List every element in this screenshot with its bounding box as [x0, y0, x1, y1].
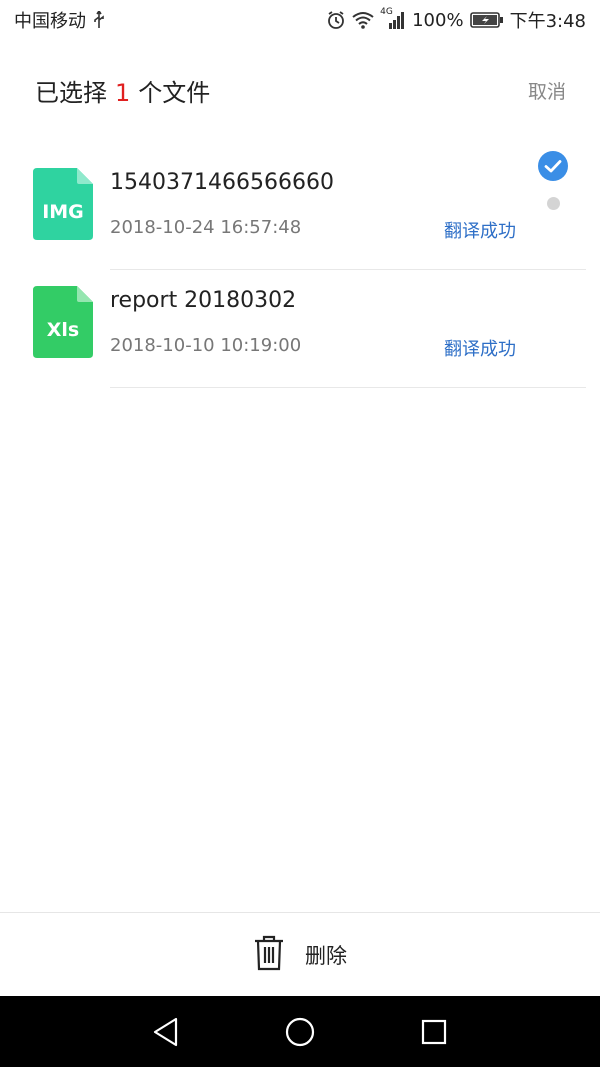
system-navigation-bar	[0, 996, 600, 1067]
file-list: IMG 1540371466566660 2018-10-24 16:57:48…	[0, 156, 600, 388]
translation-status: 翻译成功	[444, 221, 516, 242]
battery-charging-icon	[469, 11, 504, 29]
file-date: 2018-10-10 10:19:00	[110, 335, 302, 356]
cancel-button[interactable]: 取消	[528, 77, 566, 104]
signal-icon: 4G	[380, 7, 406, 29]
file-row[interactable]: IMG 1540371466566660 2018-10-24 16:57:48…	[0, 154, 600, 270]
translation-status: 翻译成功	[444, 339, 516, 360]
selection-header: 已选择 1 个文件 取消	[0, 40, 600, 140]
usb-icon	[92, 11, 106, 29]
alarm-icon	[326, 10, 346, 30]
image-file-icon: IMG	[33, 168, 93, 240]
recents-icon[interactable]	[418, 1016, 450, 1048]
carrier-name: 中国移动	[14, 11, 86, 32]
trash-icon	[253, 935, 285, 975]
delete-action-bar[interactable]: 删除	[0, 912, 600, 997]
file-name: report 20180302	[110, 288, 297, 313]
row-divider	[110, 387, 586, 388]
checked-checkbox-icon[interactable]	[538, 151, 568, 181]
back-icon[interactable]	[150, 1016, 182, 1048]
file-name: 1540371466566660	[110, 170, 334, 195]
selected-count: 1	[115, 78, 131, 107]
battery-percent: 100%	[412, 9, 464, 31]
delete-button[interactable]: 删除	[305, 940, 347, 970]
excel-file-icon: Xls	[33, 286, 93, 358]
home-icon[interactable]	[284, 1016, 316, 1048]
clock: 下午3:48	[509, 11, 586, 32]
selection-title: 已选择 1 个文件	[35, 78, 211, 107]
file-row[interactable]: Xls report 20180302 2018-10-10 10:19:00 …	[0, 272, 600, 388]
file-date: 2018-10-24 16:57:48	[110, 217, 302, 238]
status-bar: 中国移动 4G 100% 下午3:48	[0, 0, 600, 40]
unselected-radio[interactable]	[547, 197, 560, 210]
wifi-icon	[352, 11, 374, 29]
row-divider	[110, 269, 586, 270]
